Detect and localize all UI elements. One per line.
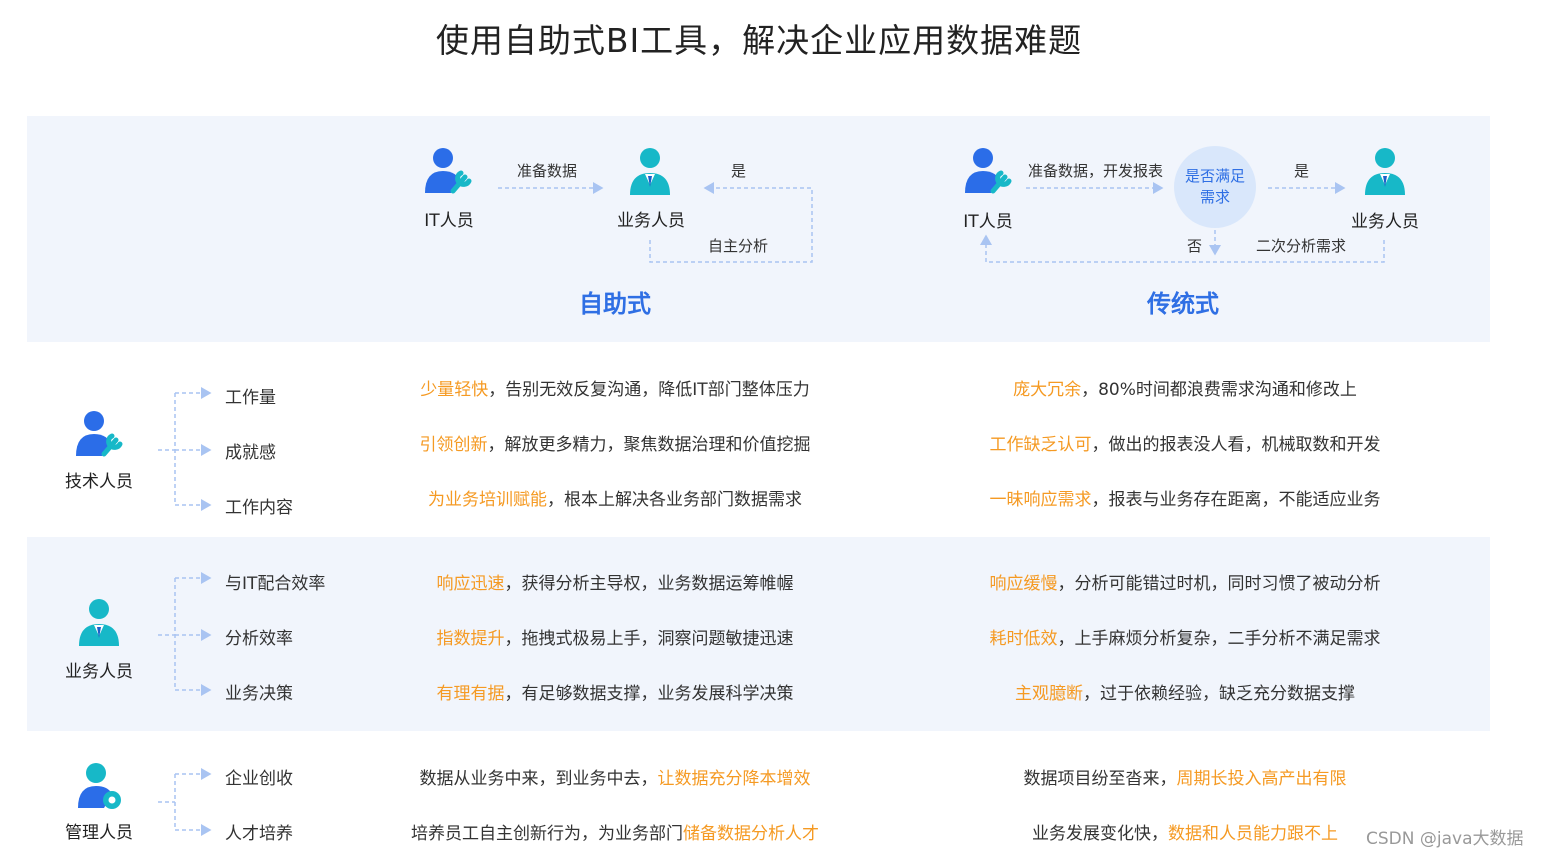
- text: 业务发展变化快，: [1032, 824, 1168, 844]
- text: 培养员工自主创新行为，为业务部门: [411, 824, 683, 844]
- trad-business-label: 业务人员: [1351, 212, 1419, 232]
- self-it-label: IT人员: [424, 211, 474, 231]
- self-row-business-1: 响应迅速，获得分析主导权，业务数据运筹帷幄: [370, 569, 860, 594]
- business-person-icon: [79, 599, 119, 646]
- self-business-label: 业务人员: [617, 211, 685, 231]
- self-row-tech-1: 少量轻快，告别无效反复沟通，降低IT部门整体压力: [370, 375, 860, 400]
- trad-it-person-wrench-icon: [965, 148, 1012, 194]
- text: ，报表与业务存在距离，不能适应业务: [1091, 490, 1381, 510]
- highlight: 工作缺乏认可: [989, 435, 1092, 455]
- category-business-decision: 业务决策: [225, 684, 293, 704]
- text: ，解放更多精力，聚焦数据治理和价值挖掘: [487, 435, 811, 455]
- highlight: 响应迅速: [436, 574, 505, 594]
- text: 数据从业务中来，到业务中去，: [419, 769, 658, 789]
- highlight: 少量轻快: [420, 380, 489, 400]
- highlight: 指数提升: [436, 629, 505, 649]
- highlight: 让数据充分降本增效: [657, 769, 811, 789]
- highlight: 储备数据分析人才: [683, 824, 819, 844]
- decision-label: 是否满足需求: [1184, 167, 1245, 206]
- decision-node: 是否满足需求: [1174, 146, 1256, 228]
- self-service-mode-title: 自助式: [579, 290, 651, 318]
- watermark: CSDN @java大数据: [1366, 829, 1524, 849]
- category-achievement: 成就感: [225, 443, 276, 463]
- self-row-business-2: 指数提升，拖拽式极易上手，洞察问题敏捷迅速: [370, 624, 860, 649]
- self-business-person-icon: [630, 148, 670, 195]
- category-revenue: 企业创收: [225, 769, 293, 789]
- highlight: 庞大冗余: [1013, 380, 1082, 400]
- self-yes-label: 是: [731, 162, 747, 180]
- category-workload: 工作量: [225, 388, 276, 408]
- tech-person-wrench-icon: [76, 411, 123, 457]
- trad-row-tech-2: 工作缺乏认可，做出的报表没人看，机械取数和开发: [930, 430, 1440, 455]
- manager-person-gear-icon: [78, 763, 121, 809]
- text: ，告别无效反复沟通，降低IT部门整体压力: [488, 380, 810, 400]
- highlight: 主观臆断: [1015, 684, 1083, 704]
- self-loop-label: 自主分析: [708, 237, 769, 255]
- trad-business-person-icon: [1365, 148, 1405, 195]
- trad-loop-label: 二次分析需求: [1256, 237, 1347, 255]
- self-row-tech-3: 为业务培训赋能，根本上解决各业务部门数据需求: [370, 485, 860, 510]
- trad-yes-label: 是: [1294, 162, 1310, 180]
- text: ，分析可能错过时机，同时习惯了被动分析: [1057, 574, 1381, 594]
- trad-row-tech-3: 一昧响应需求，报表与业务存在距离，不能适应业务: [930, 485, 1440, 510]
- text: ，上手麻烦分析复杂，二手分析不满足需求: [1057, 629, 1381, 649]
- trad-row-business-3: 主观臆断，过于依赖经验，缺乏充分数据支撑: [930, 679, 1440, 704]
- trad-row-tech-1: 庞大冗余，80%时间都浪费需求沟通和修改上: [930, 375, 1440, 400]
- trad-arrow-label: 准备数据，开发报表: [1028, 162, 1164, 180]
- role-business: 业务人员: [65, 662, 133, 682]
- category-analysis-efficiency: 分析效率: [225, 629, 293, 649]
- self-arrow-label: 准备数据: [517, 162, 578, 180]
- text: ，根本上解决各业务部门数据需求: [547, 490, 802, 510]
- trad-row-manager-2: 业务发展变化快，数据和人员能力跟不上: [930, 819, 1440, 844]
- category-talent: 人才培养: [225, 824, 293, 844]
- highlight: 数据和人员能力跟不上: [1168, 824, 1338, 844]
- category-it-cooperation: 与IT配合效率: [225, 574, 326, 594]
- highlight: 一昧响应需求: [989, 490, 1092, 510]
- page-title: 使用自助式BI工具，解决企业应用数据难题: [435, 21, 1083, 60]
- highlight: 引领创新: [419, 435, 488, 455]
- highlight: 周期长投入高产出有限: [1176, 769, 1347, 789]
- trad-it-label: IT人员: [963, 212, 1013, 232]
- text: ，拖拽式极易上手，洞察问题敏捷迅速: [504, 629, 794, 649]
- self-it-person-wrench-icon: [425, 148, 472, 194]
- highlight: 为业务培训赋能: [428, 490, 547, 510]
- traditional-mode-title: 传统式: [1147, 290, 1219, 318]
- text: 数据项目纷至沓来，: [1023, 769, 1177, 789]
- trad-no-label: 否: [1187, 237, 1203, 255]
- text: ，做出的报表没人看，机械取数和开发: [1091, 435, 1381, 455]
- category-work-content: 工作内容: [225, 498, 293, 518]
- role-manager: 管理人员: [65, 823, 133, 843]
- text: ，有足够数据支撑，业务发展科学决策: [504, 684, 794, 704]
- self-row-manager-2: 培养员工自主创新行为，为业务部门储备数据分析人才: [370, 819, 860, 844]
- role-tech: 技术人员: [65, 472, 133, 492]
- connector-lines: [158, 182, 1385, 836]
- highlight: 有理有据: [436, 684, 505, 704]
- self-row-tech-2: 引领创新，解放更多精力，聚焦数据治理和价值挖掘: [370, 430, 860, 455]
- highlight: 响应缓慢: [989, 574, 1058, 594]
- text: ，过于依赖经验，缺乏充分数据支撑: [1083, 684, 1355, 704]
- text: ，获得分析主导权，业务数据运筹帷幄: [504, 574, 794, 594]
- trad-row-business-2: 耗时低效，上手麻烦分析复杂，二手分析不满足需求: [930, 624, 1440, 649]
- trad-row-business-1: 响应缓慢，分析可能错过时机，同时习惯了被动分析: [930, 569, 1440, 594]
- self-row-business-3: 有理有据，有足够数据支撑，业务发展科学决策: [370, 679, 860, 704]
- highlight: 耗时低效: [989, 629, 1058, 649]
- self-row-manager-1: 数据从业务中来，到业务中去，让数据充分降本增效: [370, 764, 860, 789]
- text: ，80%时间都浪费需求沟通和修改上: [1081, 380, 1357, 400]
- trad-row-manager-1: 数据项目纷至沓来，周期长投入高产出有限: [930, 764, 1440, 789]
